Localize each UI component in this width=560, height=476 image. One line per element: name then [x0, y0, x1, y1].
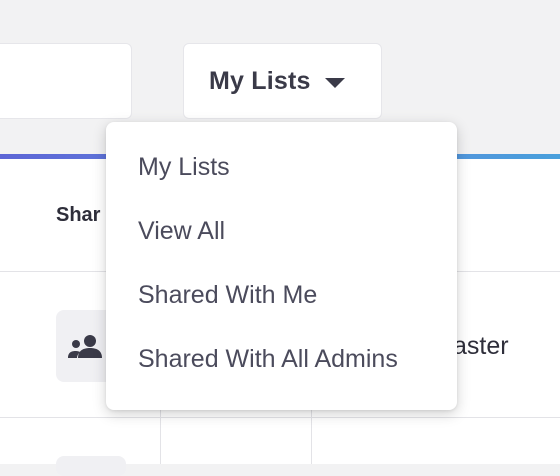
caret-down-icon [324, 77, 345, 88]
column-header-shared: Shar [56, 204, 101, 226]
table-row-divider [0, 417, 560, 418]
search-input[interactable] [0, 43, 132, 119]
menu-item-shared-with-all-admins[interactable]: Shared With All Admins [138, 345, 398, 374]
table-left-stub [0, 271, 22, 272]
lists-filter-dropdown[interactable]: My Lists [183, 43, 382, 119]
share-status-button[interactable] [56, 456, 126, 476]
lists-filter-menu: My Lists View All Shared With Me Shared … [106, 122, 457, 410]
lists-filter-label: My Lists [209, 66, 311, 95]
menu-item-my-lists[interactable]: My Lists [138, 153, 230, 182]
list-name-cell[interactable]: aster [453, 332, 509, 361]
menu-item-view-all[interactable]: View All [138, 217, 225, 246]
menu-item-shared-with-me[interactable]: Shared With Me [138, 281, 317, 310]
